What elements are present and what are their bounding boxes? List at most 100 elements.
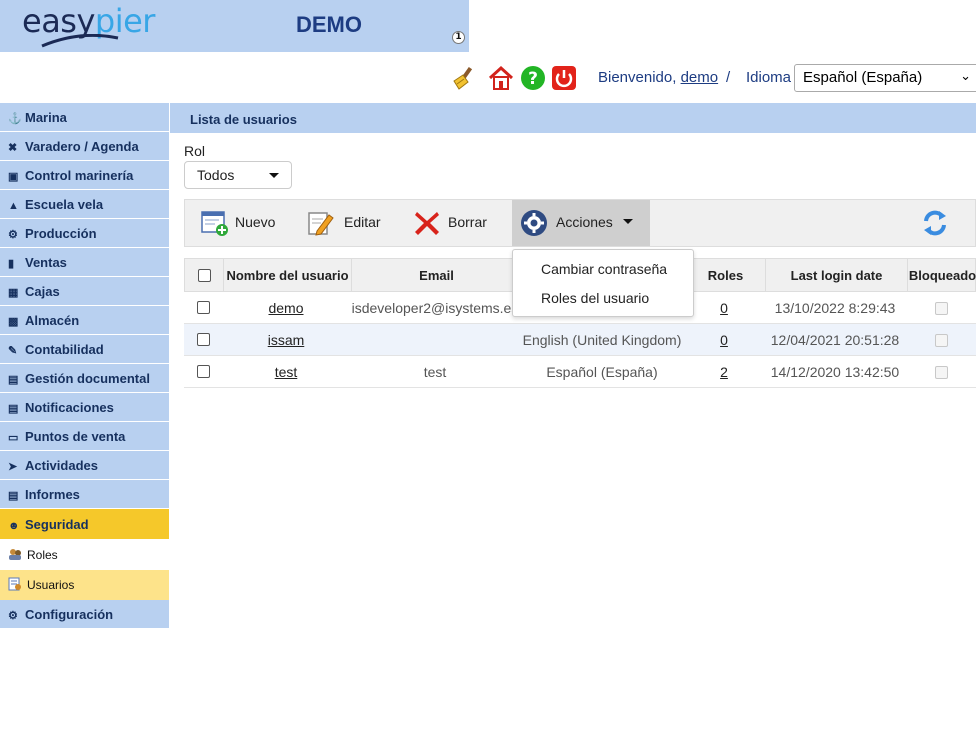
sidebar-item-cajas[interactable]: ▦ Cajas [0, 277, 169, 306]
sidebar-item-actividades[interactable]: ➤ Actividades [0, 451, 169, 480]
user-name-link[interactable]: issam [268, 332, 305, 348]
sidebar-item-seguridad[interactable]: ☻ Seguridad [0, 509, 169, 540]
gear-icon: ⚙ [8, 610, 18, 622]
sidebar-item-label: Contabilidad [25, 342, 104, 357]
chevron-down-icon: ⌄ [960, 68, 971, 83]
user-roles-link[interactable]: 2 [720, 364, 728, 380]
sidebar-item-almacen[interactable]: ▩ Almacén [0, 306, 169, 335]
help-icon[interactable]: ? [520, 65, 546, 91]
sidebar-item-label: Informes [25, 487, 80, 502]
rol-filter-select[interactable]: Todos [184, 161, 292, 189]
users-icon [8, 577, 21, 591]
fish-icon: ➤ [8, 461, 18, 473]
user-roles-link[interactable]: 0 [720, 300, 728, 316]
user-email: isdeveloper2@isystems.es [351, 300, 519, 316]
editar-label: Editar [344, 214, 381, 230]
col-last-login[interactable]: Last login date [765, 259, 907, 291]
sidebar-item-marina[interactable]: ⚓ Marina [0, 103, 169, 132]
caret-down-icon [622, 219, 633, 224]
sidebar-item-gestion-documental[interactable]: ▤ Gestión documental [0, 364, 169, 393]
edit-icon [308, 212, 334, 236]
sidebar-item-contabilidad[interactable]: ✎ Contabilidad [0, 335, 169, 364]
row-checkbox[interactable] [196, 333, 210, 346]
user-link[interactable]: demo [681, 69, 719, 86]
user-language: English (United Kingdom) [522, 332, 682, 348]
acciones-label: Acciones [556, 214, 613, 230]
refresh-icon[interactable] [920, 208, 950, 238]
language-select[interactable]: Español (España) ⌄ [794, 64, 976, 92]
rol-filter-label: Rol [184, 143, 206, 159]
power-icon[interactable] [551, 65, 577, 91]
acciones-button[interactable]: Acciones [512, 200, 650, 246]
acciones-dropdown-menu: Cambiar contraseña Roles del usuario [512, 249, 694, 317]
user-roles-link[interactable]: 0 [720, 332, 728, 348]
nuevo-label: Nuevo [235, 214, 276, 230]
sidebar-item-label: Actividades [25, 458, 98, 473]
sidebar-item-puntos-de-venta[interactable]: ▭ Puntos de venta [0, 422, 169, 451]
sidebar-item-notificaciones[interactable]: ▤ Notificaciones [0, 393, 169, 422]
toolbar: Nuevo Editar Borrar Acciones [184, 199, 976, 247]
sidebar-item-configuracion[interactable]: ⚙ Configuración [0, 600, 169, 629]
sidebar-item-label: Ventas [25, 255, 67, 270]
sidebar-item-produccion[interactable]: ⚙ Producción [0, 219, 169, 248]
menu-item-roles-del-usuario[interactable]: Roles del usuario [541, 290, 649, 306]
blocked-checkbox [934, 334, 948, 347]
table-row[interactable]: test test Español (España) 2 14/12/2020 … [184, 356, 976, 388]
menu-item-cambiar-contrasena[interactable]: Cambiar contraseña [541, 261, 667, 277]
borrar-label: Borrar [448, 214, 487, 230]
table-row[interactable]: issam English (United Kingdom) 0 12/04/2… [184, 324, 976, 356]
nuevo-button[interactable]: Nuevo [199, 200, 299, 246]
col-roles[interactable]: Roles [685, 259, 765, 291]
sidebar-item-control-marineria[interactable]: ▣ Control marinería [0, 161, 169, 190]
sidebar-subitem-usuarios[interactable]: Usuarios [0, 570, 169, 600]
gear-icon [521, 210, 547, 236]
borrar-button[interactable]: Borrar [413, 200, 503, 246]
row-checkbox[interactable] [196, 301, 210, 314]
row-checkbox[interactable] [196, 365, 210, 378]
col-nombre[interactable]: Nombre del usuario [223, 259, 351, 291]
boxes-icon: ▩ [8, 316, 19, 328]
welcome-prefix: Bienvenido, [598, 69, 677, 86]
user-name-link[interactable]: demo [268, 300, 303, 316]
sidebar-item-label: Cajas [25, 284, 60, 299]
broom-icon[interactable] [451, 65, 477, 91]
sidebar-item-ventas[interactable]: ▮ Ventas [0, 248, 169, 277]
select-all-checkbox[interactable] [197, 269, 211, 282]
sidebar-subitem-roles[interactable]: Roles [0, 540, 169, 570]
user-last-login: 13/10/2022 8:29:43 [774, 300, 896, 316]
col-bloqueado[interactable]: Bloqueado [907, 259, 976, 291]
top-banner: easypier DEMO 1 [0, 0, 469, 52]
sidebar-item-label: Notificaciones [25, 400, 114, 415]
notification-badge[interactable]: 1 [452, 31, 465, 44]
delete-x-icon [415, 212, 439, 235]
user-email [350, 324, 520, 355]
sidebar-item-varadero[interactable]: ✖ Varadero / Agenda [0, 132, 169, 161]
sidebar-item-escuela-vela[interactable]: ▲ Escuela vela [0, 190, 169, 219]
monitor-icon: ▭ [8, 432, 19, 444]
graduation-cap-icon: ▲ [8, 200, 19, 212]
header-separator: / [726, 69, 731, 86]
sidebar-item-label: Almacén [25, 313, 80, 328]
welcome-text: Bienvenido, demo [598, 69, 718, 86]
wrench-icon: ⚙ [8, 229, 18, 241]
col-email[interactable]: Email [351, 259, 521, 291]
sidebar-item-informes[interactable]: ▤ Informes [0, 480, 169, 509]
editar-button[interactable]: Editar [307, 200, 397, 246]
sidebar-item-label: Gestión documental [25, 371, 150, 386]
clipboard-icon: ▣ [8, 171, 19, 183]
user-edit-icon: ☻ [8, 520, 20, 532]
inbox-icon: ▤ [8, 403, 19, 415]
document-icon: ▤ [8, 374, 19, 386]
sidebar-subitem-label: Usuarios [27, 578, 75, 592]
caret-down-icon [269, 173, 279, 178]
user-last-login: 12/04/2021 20:51:28 [770, 332, 900, 348]
company-title: DEMO [296, 12, 362, 37]
logo-swoosh-icon [41, 34, 119, 48]
sidebar-item-label: Varadero / Agenda [25, 139, 139, 154]
sidebar-item-label: Escuela vela [25, 197, 104, 212]
home-icon[interactable] [488, 65, 514, 91]
user-email: test [423, 364, 447, 380]
sidebar-item-label: Seguridad [25, 517, 89, 532]
user-name-link[interactable]: test [275, 364, 298, 380]
ship-icon: ⚓ [8, 113, 22, 125]
